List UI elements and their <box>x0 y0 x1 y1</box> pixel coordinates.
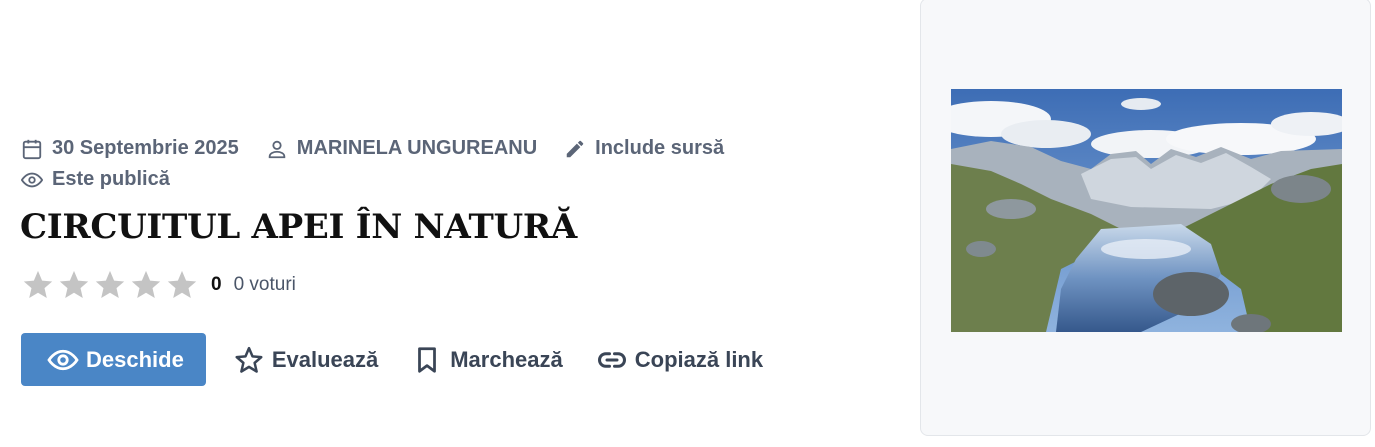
rating: 0 0 voturi <box>21 268 296 302</box>
bookmark-button-label: Marchează <box>450 346 563 372</box>
landscape-image <box>951 89 1342 332</box>
star-icon[interactable] <box>165 268 199 302</box>
action-bar: Deschide Evaluează Marchează Copiază lin… <box>21 333 797 386</box>
meta-date-text: 30 Septembrie 2025 <box>52 137 239 159</box>
rate-button[interactable]: Evaluează <box>234 345 378 375</box>
user-icon <box>268 140 286 158</box>
meta-row-visibility: Este publică <box>21 168 197 191</box>
rating-score: 0 <box>211 274 222 295</box>
meta-source: Include sursă <box>564 137 724 160</box>
eye-icon <box>21 172 43 187</box>
bookmark-button[interactable]: Marchează <box>412 345 563 375</box>
meta-visibility-text: Este publică <box>52 168 170 190</box>
rating-stars[interactable] <box>21 268 201 302</box>
page-title[interactable]: CIRCUITUL APEI ÎN NATURĂ <box>20 207 577 247</box>
open-button[interactable]: Deschide <box>21 333 206 386</box>
meta-date: 30 Septembrie 2025 <box>21 137 239 160</box>
thumbnail-image[interactable] <box>951 89 1342 332</box>
rating-votes: 0 voturi <box>233 274 296 295</box>
copy-link-button[interactable]: Copiază link <box>597 345 763 375</box>
star-icon[interactable] <box>93 268 127 302</box>
rate-button-label: Evaluează <box>271 346 379 372</box>
star-icon[interactable] <box>57 268 91 302</box>
star-outline-icon <box>235 346 263 373</box>
open-button-label: Deschide <box>86 346 184 372</box>
copy-link-button-label: Copiază link <box>634 346 764 372</box>
pencil-icon <box>566 140 584 157</box>
bookmark-icon <box>418 346 437 373</box>
meta-row: 30 Septembrie 2025 MARINELA UNGUREANU In… <box>21 137 751 160</box>
star-icon[interactable] <box>129 268 163 302</box>
meta-author-text: MARINELA UNGUREANU <box>296 137 538 159</box>
meta-source-text: Include sursă <box>595 137 725 159</box>
link-icon <box>597 351 626 368</box>
eye-icon <box>47 349 79 370</box>
calendar-icon <box>22 139 42 159</box>
thumbnail-panel <box>920 0 1371 436</box>
meta-visibility: Este publică <box>21 168 170 191</box>
star-icon[interactable] <box>21 268 55 302</box>
meta-author[interactable]: MARINELA UNGUREANU <box>266 137 537 160</box>
